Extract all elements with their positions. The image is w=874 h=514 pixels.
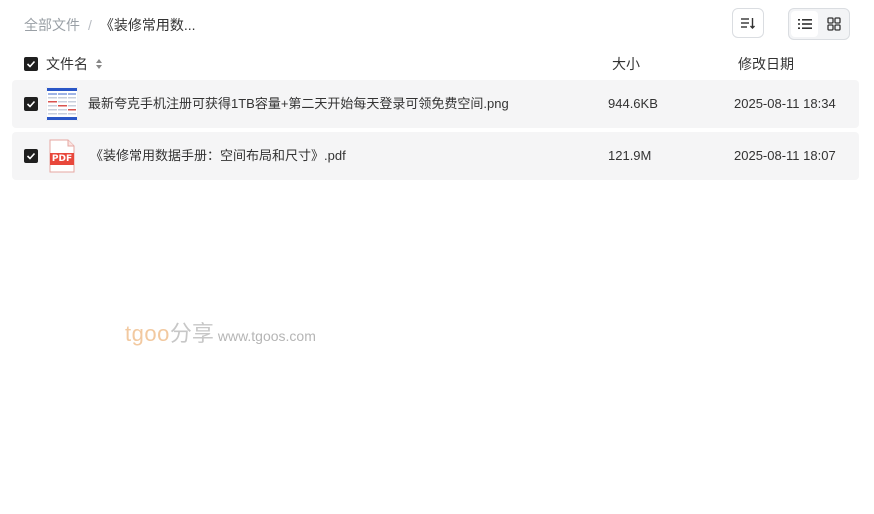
list-view-icon (797, 19, 812, 29)
watermark-brand: tgoo (125, 321, 170, 346)
select-all-checkbox[interactable] (24, 57, 38, 71)
pdf-file-icon: PDF (48, 139, 76, 173)
header-name-label: 文件名 (46, 56, 88, 72)
sort-button[interactable] (732, 8, 764, 38)
header-size[interactable]: 大小 (612, 50, 640, 78)
header-date[interactable]: 修改日期 (738, 50, 794, 78)
view-toggle (788, 8, 850, 40)
file-date: 2025-08-11 18:34 (734, 96, 836, 111)
file-size: 121.9M (608, 148, 652, 163)
checkmark-icon (26, 60, 36, 68)
top-bar: 全部文件 / 《装修常用数... (24, 8, 850, 40)
file-date: 2025-08-11 18:07 (734, 148, 836, 163)
breadcrumb: 全部文件 / 《装修常用数... (24, 15, 196, 35)
pdf-label: PDF (51, 154, 73, 164)
file-size: 944.6KB (608, 96, 658, 111)
grid-view-icon (826, 17, 841, 31)
list-view-button[interactable] (791, 11, 818, 37)
sort-list-icon (741, 18, 755, 29)
row-checkbox[interactable] (24, 97, 38, 111)
watermark-cn: 分享 (169, 321, 214, 346)
table-header: 文件名 大小 修改日期 (12, 50, 859, 78)
breadcrumb-root[interactable]: 全部文件 (24, 15, 80, 35)
watermark: tgoo 分享 www.tgoos.com (125, 316, 316, 348)
breadcrumb-current: 《装修常用数... (99, 17, 196, 33)
checkmark-icon (26, 100, 36, 108)
grid-view-button[interactable] (820, 11, 847, 37)
table-row[interactable]: 最新夸克手机注册可获得1TB容量+第二天开始每天登录可领免费空间.png 944… (12, 80, 859, 128)
header-name[interactable]: 文件名 (46, 50, 103, 78)
sort-updown-icon (95, 59, 102, 69)
image-thumbnail-icon (45, 86, 79, 122)
watermark-url: www.tgoos.com (217, 328, 316, 344)
checkmark-icon (26, 152, 36, 160)
file-name[interactable]: 最新夸克手机注册可获得1TB容量+第二天开始每天登录可领免费空间.png (88, 80, 509, 128)
breadcrumb-separator: / (88, 17, 92, 33)
file-name[interactable]: 《装修常用数据手册：空间布局和尺寸》.pdf (90, 132, 346, 180)
row-checkbox[interactable] (24, 149, 38, 163)
table-row[interactable]: PDF 《装修常用数据手册：空间布局和尺寸》.pdf 121.9M 2025-0… (12, 132, 859, 180)
